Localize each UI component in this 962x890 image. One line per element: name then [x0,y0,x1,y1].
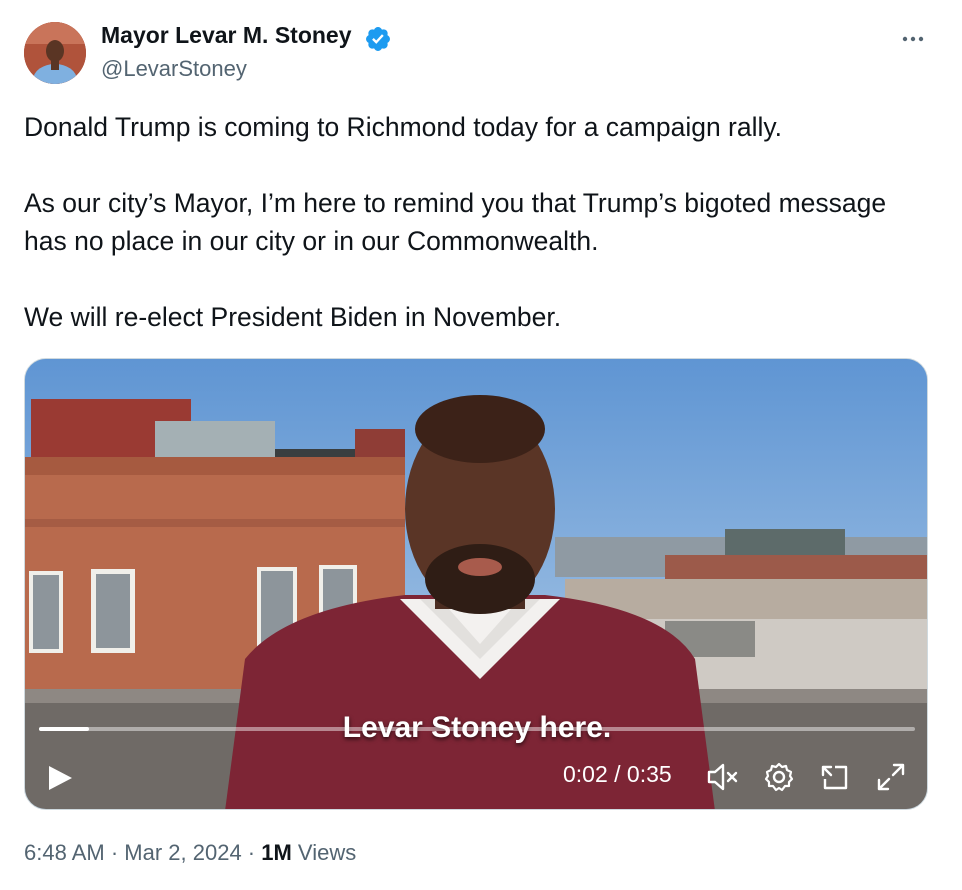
settings-gear-icon[interactable] [763,761,795,793]
tweet-line: As our city’s Mayor, I’m here to remind … [24,188,887,218]
meta-separator: · [241,840,262,865]
tweet-time[interactable]: 6:48 AM [24,840,105,865]
meta-separator: · [104,840,125,865]
author-name[interactable]: Mayor Levar M. Stoney [101,22,352,49]
tweet-line: We will re-elect President Biden in Nove… [24,302,562,332]
play-icon[interactable] [45,763,75,793]
video-progress-fill [39,727,89,731]
views-label: Views [291,840,357,865]
tweet-line: Donald Trump is coming to Richmond today… [24,112,783,142]
tweet-text: Donald Trump is coming to Richmond today… [24,108,944,336]
author-handle[interactable]: @LevarStoney [101,56,247,82]
video-time: 0:02 / 0:35 [563,761,672,787]
tweet-date[interactable]: Mar 2, 2024 [124,840,241,865]
verified-badge-icon [366,27,390,51]
video-progress-bar[interactable] [39,727,915,731]
video-player[interactable]: Levar Stoney here. 0:02 / 0:35 [24,358,928,810]
tweet-line: has no place in our city or in our Commo… [24,226,599,256]
fullscreen-icon[interactable] [875,761,907,793]
views-count: 1M [261,840,292,865]
tweet-meta: 6:48 AM · Mar 2, 2024 · 1M Views [24,840,356,866]
more-options-icon[interactable] [896,24,930,54]
avatar[interactable] [24,22,86,84]
volume-muted-icon[interactable] [705,761,739,793]
picture-in-picture-icon[interactable] [819,761,851,793]
